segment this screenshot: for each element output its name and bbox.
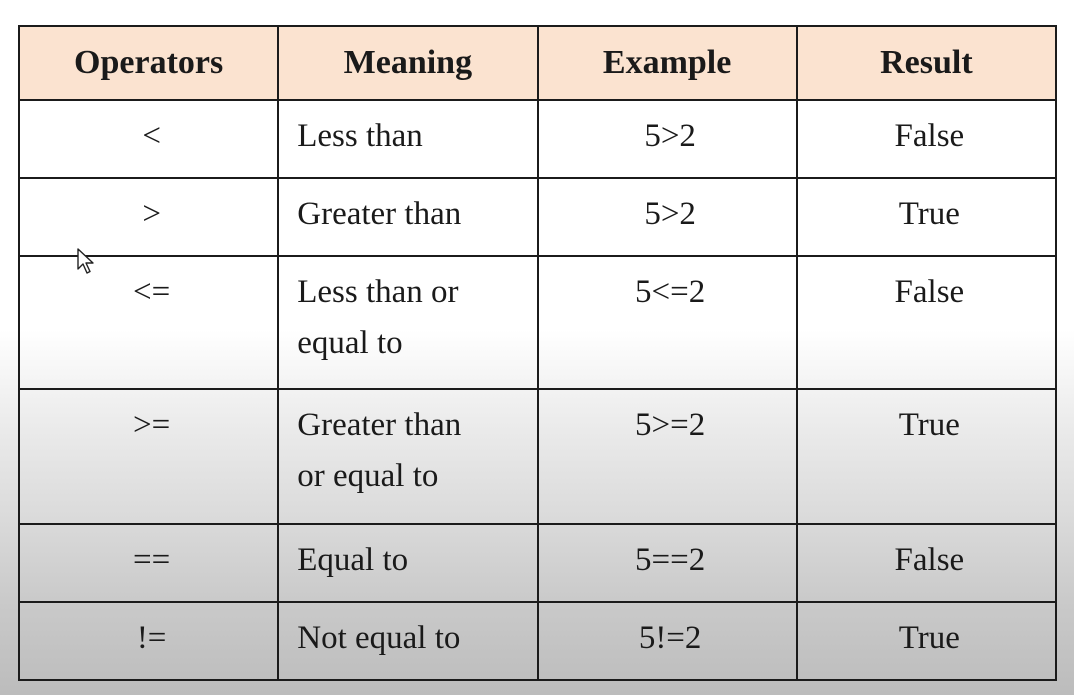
example-cell: 5==2	[536, 523, 798, 603]
example-cell: 5<=2	[536, 255, 798, 390]
table-row: <= Less than or equal to 5<=2 False	[17, 255, 1058, 390]
meaning-line: Less than or	[297, 274, 459, 310]
operator-cell: <	[17, 99, 280, 179]
header-operators: Operators	[17, 25, 280, 101]
header-result: Result	[795, 25, 1058, 101]
meaning-cell: Not equal to	[277, 601, 539, 681]
meaning-line: or equal to	[297, 458, 439, 494]
example-cell: 5!=2	[536, 601, 798, 681]
table-row: > Greater than 5>2 True	[17, 177, 1058, 257]
meaning-line: Greater than	[297, 196, 462, 232]
table-row: == Equal to 5==2 False	[17, 523, 1058, 603]
meaning-line: Less than	[297, 118, 423, 154]
operator-cell: >=	[17, 388, 280, 525]
operator-cell: <=	[17, 255, 280, 390]
meaning-line: Greater than	[297, 407, 462, 443]
meaning-line: equal to	[297, 325, 403, 361]
result-cell: True	[795, 601, 1058, 681]
header-example: Example	[536, 25, 798, 101]
example-cell: 5>2	[536, 99, 798, 179]
table-header-row: Operators Meaning Example Result	[17, 25, 1058, 101]
result-cell: True	[795, 177, 1058, 257]
operator-cell: !=	[17, 601, 280, 681]
mouse-pointer-icon	[77, 248, 94, 274]
table-row: >= Greater than or equal to 5>=2 True	[17, 388, 1058, 525]
table-row: < Less than 5>2 False	[17, 99, 1058, 179]
meaning-cell: Equal to	[277, 523, 539, 603]
meaning-cell: Less than	[277, 99, 539, 179]
operator-cell: ==	[17, 523, 280, 603]
header-meaning: Meaning	[277, 25, 539, 101]
example-cell: 5>2	[536, 177, 798, 257]
operators-table: Operators Meaning Example Result < Less …	[17, 25, 1058, 681]
result-cell: False	[795, 99, 1058, 179]
slide-canvas: Operators Meaning Example Result < Less …	[0, 0, 1074, 695]
example-cell: 5>=2	[536, 388, 798, 525]
result-cell: False	[795, 523, 1058, 603]
result-cell: False	[795, 255, 1058, 390]
table-row: != Not equal to 5!=2 True	[17, 601, 1058, 681]
meaning-line: Equal to	[297, 542, 409, 578]
operator-cell: >	[17, 177, 280, 257]
meaning-line: Not equal to	[297, 620, 461, 656]
meaning-cell: Greater than or equal to	[277, 388, 539, 525]
result-cell: True	[795, 388, 1058, 525]
meaning-cell: Greater than	[277, 177, 539, 257]
meaning-cell: Less than or equal to	[277, 255, 539, 390]
